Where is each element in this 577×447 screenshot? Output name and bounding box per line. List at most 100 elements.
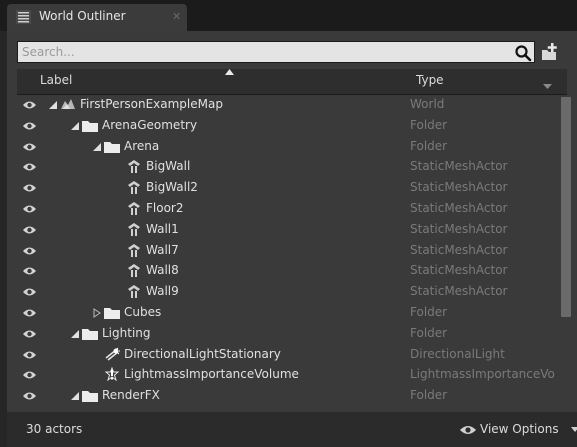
row-type: Folder	[410, 117, 448, 132]
tree-row[interactable]: Cubes Folder	[17, 303, 567, 324]
expand-arrow-icon[interactable]	[92, 142, 102, 152]
visibility-eye-icon[interactable]	[23, 183, 36, 193]
row-type: StaticMeshActor	[410, 284, 508, 299]
visibility-eye-icon[interactable]	[23, 370, 36, 380]
row-label: LightmassImportanceVolume	[124, 367, 299, 382]
tree-row[interactable]: Floor2 StaticMeshActor	[17, 199, 567, 220]
row-type: Folder	[410, 304, 448, 319]
tree-row[interactable]: Lighting Folder	[17, 324, 567, 345]
row-label: Arena	[124, 138, 160, 153]
search-box	[17, 41, 535, 63]
visibility-eye-icon[interactable]	[23, 350, 36, 360]
folder-icon	[104, 307, 120, 319]
static-mesh-icon	[128, 181, 140, 195]
row-label: BigWall	[146, 159, 191, 174]
folder-icon	[82, 328, 98, 340]
search-icon[interactable]	[514, 44, 532, 62]
tree-row[interactable]: BigWall StaticMeshActor	[17, 157, 567, 178]
row-label: RenderFX	[102, 388, 160, 403]
row-label: Wall9	[146, 284, 179, 299]
actor-count: 30 actors	[26, 422, 83, 436]
visibility-eye-icon[interactable]	[23, 225, 36, 235]
static-mesh-icon	[128, 201, 140, 215]
tab-world-outliner[interactable]: World Outliner ✕	[7, 4, 187, 31]
directional-light-icon	[105, 347, 120, 361]
view-options-label: View Options	[480, 422, 559, 436]
row-type: StaticMeshActor	[410, 221, 508, 236]
world-icon	[61, 99, 75, 109]
column-header: Label Type	[17, 69, 567, 95]
folder-icon	[104, 141, 120, 153]
row-type: StaticMeshActor	[410, 242, 508, 257]
search-input[interactable]	[18, 42, 534, 62]
static-mesh-icon	[128, 243, 140, 257]
row-type: StaticMeshActor	[410, 180, 508, 195]
column-header-label[interactable]: Label	[40, 73, 72, 87]
chevron-down-icon	[571, 427, 577, 432]
row-type: StaticMeshActor	[410, 159, 508, 174]
visibility-eye-icon[interactable]	[23, 287, 36, 297]
column-header-type[interactable]: Type	[416, 73, 444, 87]
chevron-down-icon[interactable]	[543, 84, 552, 90]
row-label: Wall7	[146, 242, 179, 257]
expand-arrow-icon[interactable]	[70, 121, 80, 131]
static-mesh-icon	[128, 222, 140, 236]
expand-arrow-icon[interactable]	[48, 100, 58, 110]
tree-row[interactable]: Wall7 StaticMeshActor	[17, 241, 567, 262]
static-mesh-icon	[128, 264, 140, 278]
tree-row[interactable]: Wall1 StaticMeshActor	[17, 220, 567, 241]
row-type: DirectionalLight	[410, 346, 505, 361]
outliner-list-icon	[16, 10, 31, 24]
folder-icon	[82, 120, 98, 132]
visibility-eye-icon[interactable]	[23, 121, 36, 131]
expand-arrow-icon[interactable]	[70, 391, 80, 401]
visibility-eye-icon[interactable]	[23, 162, 36, 172]
row-label: ArenaGeometry	[102, 117, 198, 132]
row-label: Wall8	[146, 263, 179, 278]
tree-row[interactable]: DirectionalLightStationary DirectionalLig…	[17, 345, 567, 366]
static-mesh-icon	[128, 285, 140, 299]
collapsed-arrow-icon[interactable]	[92, 308, 102, 318]
create-folder-icon[interactable]	[538, 41, 560, 63]
visibility-eye-icon[interactable]	[23, 204, 36, 214]
lightmass-volume-icon	[104, 367, 120, 382]
row-label: FirstPersonExampleMap	[80, 97, 223, 111]
expand-arrow-icon[interactable]	[70, 329, 80, 339]
visibility-eye-icon[interactable]	[23, 100, 36, 110]
tree-row[interactable]: RenderFX Folder	[17, 386, 567, 407]
tree-row[interactable]: Wall9 StaticMeshActor	[17, 282, 567, 303]
row-label: Wall1	[146, 221, 179, 236]
visibility-eye-icon[interactable]	[23, 266, 36, 276]
outliner-tree: FirstPersonExampleMap World ArenaGeometry F…	[17, 95, 567, 407]
tree-row[interactable]: BigWall2 StaticMeshActor	[17, 178, 567, 199]
tab-strip: World Outliner ✕	[0, 0, 577, 31]
tree-row[interactable]: Arena Folder	[17, 137, 567, 158]
folder-icon	[82, 391, 98, 403]
static-mesh-icon	[128, 160, 140, 174]
tree-row[interactable]: Wall8 StaticMeshActor	[17, 261, 567, 282]
row-type: StaticMeshActor	[410, 263, 508, 278]
tree-row[interactable]: LightmassImportanceVolume LightmassImport…	[17, 365, 567, 386]
row-type: Folder	[410, 138, 448, 153]
row-type: World	[410, 97, 445, 111]
close-icon[interactable]: ✕	[172, 10, 181, 23]
visibility-eye-icon[interactable]	[23, 142, 36, 152]
row-type: Folder	[410, 325, 448, 340]
visibility-eye-icon[interactable]	[23, 391, 36, 401]
row-label: Floor2	[146, 200, 184, 215]
visibility-eye-icon[interactable]	[23, 308, 36, 318]
eye-icon	[460, 426, 476, 434]
row-type: LightmassImportanceVo	[410, 367, 555, 382]
tab-title: World Outliner	[39, 9, 126, 23]
tree-row[interactable]: FirstPersonExampleMap World	[17, 95, 567, 116]
row-label: Lighting	[102, 325, 151, 340]
visibility-eye-icon[interactable]	[23, 246, 36, 256]
row-label: Cubes	[124, 304, 162, 319]
row-label: DirectionalLightStationary	[124, 346, 281, 361]
tree-row[interactable]: ArenaGeometry Folder	[17, 116, 567, 137]
row-type: StaticMeshActor	[410, 200, 508, 215]
sort-ascending-icon	[225, 69, 234, 75]
scrollbar-thumb[interactable]	[561, 97, 571, 317]
status-bar: 30 actors View Options	[7, 412, 577, 447]
visibility-eye-icon[interactable]	[23, 329, 36, 339]
